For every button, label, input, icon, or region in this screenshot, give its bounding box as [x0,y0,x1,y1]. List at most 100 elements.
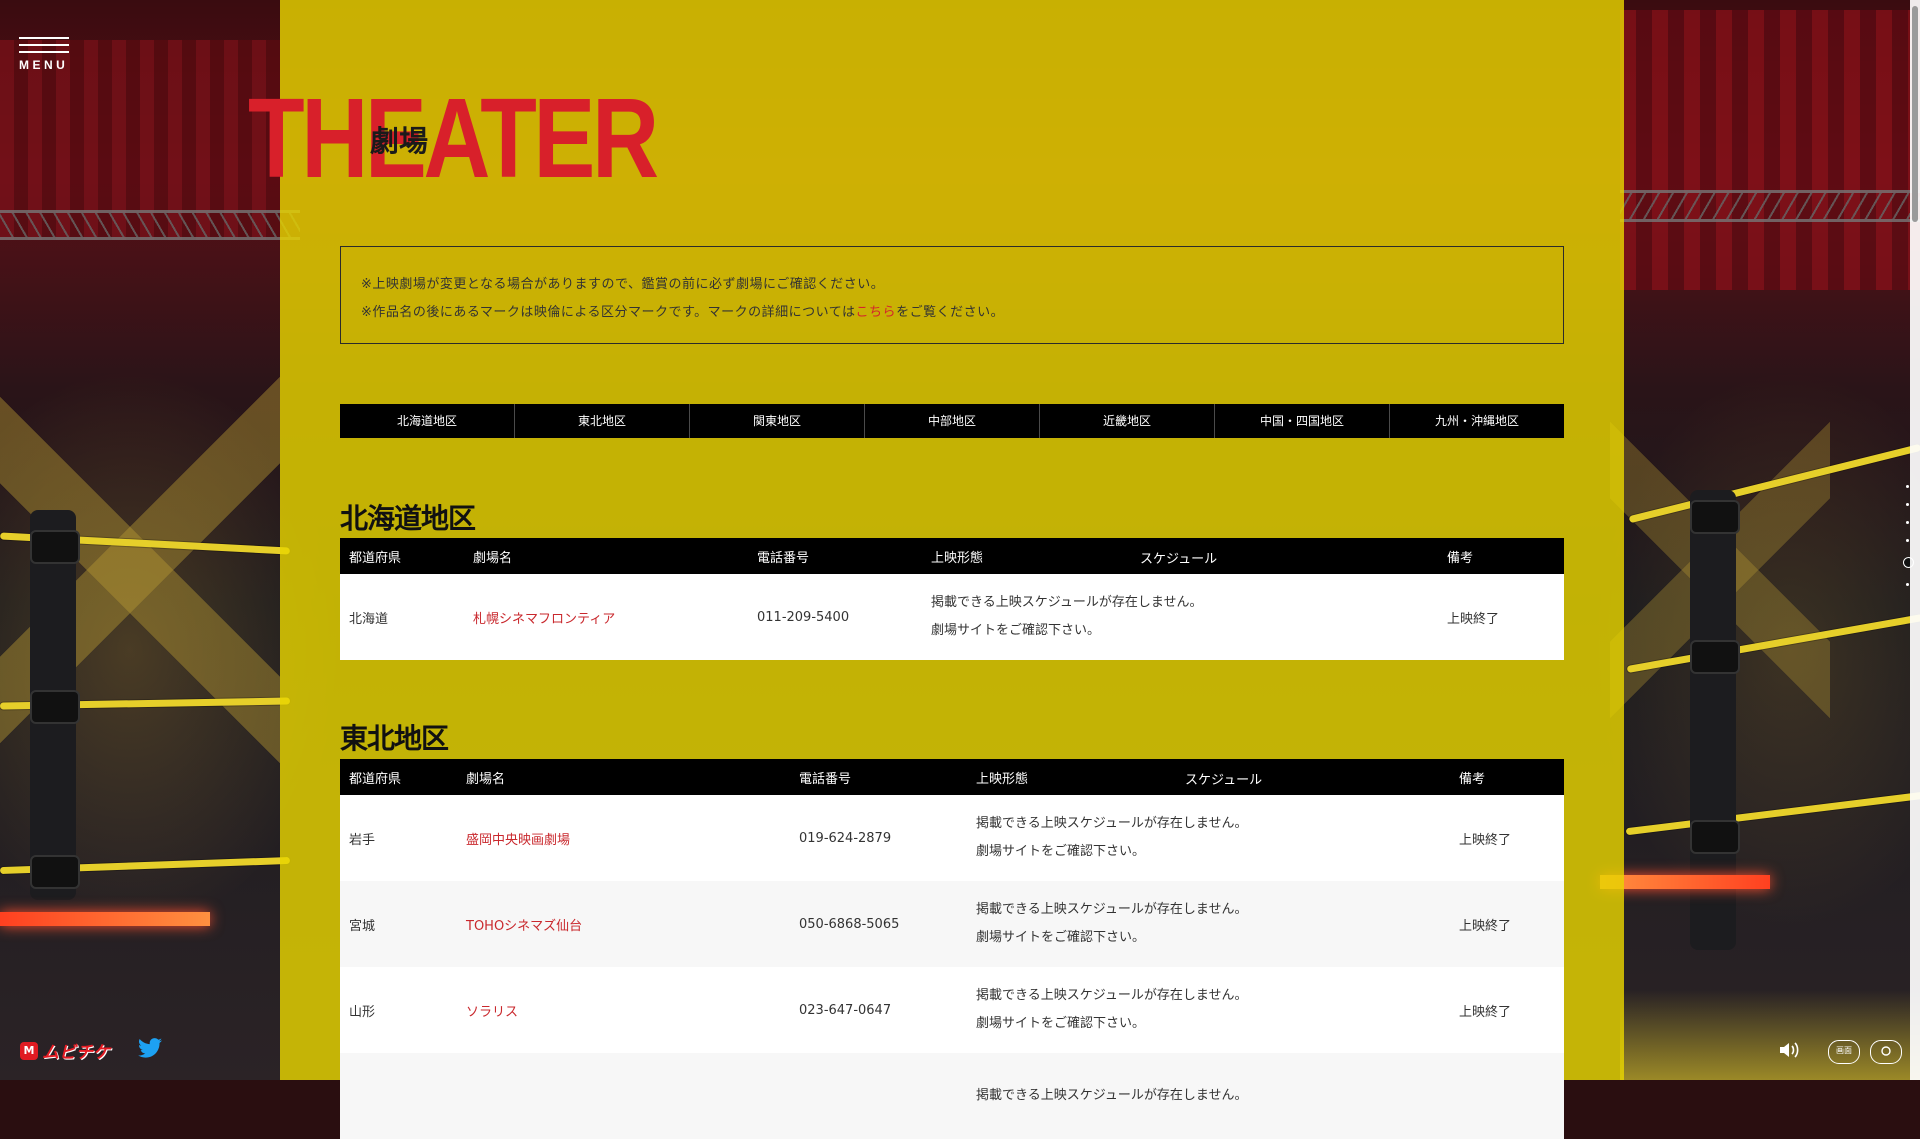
menu-label: MENU [19,58,69,72]
table-header: 都道府県 劇場名 電話番号 上映形態 スケジュール 備考 [340,538,1564,574]
twitter-icon[interactable] [138,1038,162,1062]
table-row: 北海道 札幌シネマフロンティア 011-209-5400 掲載できる上映スケジュ… [340,574,1564,660]
schedule-line-1: 掲載できる上映スケジュールが存在しません。 [976,816,1248,831]
col-schedule: スケジュール [1140,552,1218,567]
notice-box: ※上映劇場が変更となる場合がありますので、鑑賞の前に必ず劇場にご確認ください。 … [340,246,1564,344]
notice-line-2-tail: をご覧ください。 [896,305,1005,320]
theater-link[interactable]: 盛岡中央映画劇場 [466,833,570,848]
screen-toggle-button[interactable]: 画面 [1828,1040,1860,1064]
hamburger-icon [19,37,73,53]
toggle-icon [1881,1046,1891,1056]
cell-note: 上映終了 [1450,881,1564,967]
col-tel: 電話番号 [790,759,967,795]
notice-line-2: ※作品名の後にあるマークは映倫による区分マークです。マークの詳細についてはこちら… [361,301,1004,320]
theater-link[interactable]: TOHOシネマズ仙台 [466,919,582,934]
mubichike-logo-text: ムビチケ [42,1043,110,1062]
section-dot[interactable] [1905,539,1909,542]
led-strip-left [0,912,210,926]
cell-tel: 050-6868-5065 [790,881,967,967]
tab-chugoku-shikoku[interactable]: 中国・四国地区 [1215,404,1390,438]
schedule-line-2: 劇場サイトをご確認下さい。 [976,844,1146,859]
col-pref: 都道府県 [340,538,464,574]
mubichike-logo[interactable]: M ムビチケ [20,1038,110,1063]
col-note: 備考 [1450,759,1564,795]
ring-rope [1625,791,1920,836]
cell-theater [457,1053,790,1139]
sound-toggle-button[interactable] [1778,1040,1802,1062]
theater-table-tohoku: 都道府県 劇場名 電話番号 上映形態 スケジュール 備考 岩手 盛岡中央映画劇場 … [340,759,1564,1139]
page-title-en: THEATER [248,75,659,201]
cell-note: 上映終了 [1438,574,1564,660]
tab-kinki[interactable]: 近畿地区 [1040,404,1215,438]
table-row: 岩手 盛岡中央映画劇場 019-624-2879 掲載できる上映スケジュールが存… [340,795,1564,881]
col-theater: 劇場名 [464,538,748,574]
cell-note: 上映終了 [1450,795,1564,881]
cell-theater: 盛岡中央映画劇場 [457,795,790,881]
stage-curtain-right [1620,10,1920,290]
region-heading: 東北地区 [340,722,449,755]
tab-chubu[interactable]: 中部地区 [865,404,1040,438]
page-title-jp: 劇場 [370,124,429,158]
section-dot[interactable] [1905,583,1909,586]
col-format: 上映形態 スケジュール [967,759,1450,795]
tab-kyushu-okinawa[interactable]: 九州・沖縄地区 [1390,404,1564,438]
table-row: 山形 ソラリス 023-647-0647 掲載できる上映スケジュールが存在しませ… [340,967,1564,1053]
cell-note: 上映終了 [1450,967,1564,1053]
toggle-button[interactable] [1870,1040,1902,1064]
theater-link[interactable]: ソラリス [466,1005,518,1020]
schedule-line-1: 掲載できる上映スケジュールが存在しません。 [931,595,1203,610]
scrollbar[interactable] [1910,0,1920,1080]
section-dot[interactable] [1905,521,1909,524]
schedule-line-2: 劇場サイトをご確認下さい。 [976,930,1146,945]
cell-schedule: 掲載できる上映スケジュールが存在しません。 劇場サイトをご確認下さい。 [967,795,1450,881]
led-strip-right [1600,875,1770,889]
cell-pref: 山形 [340,967,457,1053]
lighting-truss-right [1620,190,1920,222]
page-title: THEATER 劇場 [248,75,745,201]
rating-info-link[interactable]: こちら [856,305,897,320]
tab-hokkaido[interactable]: 北海道地区 [340,404,515,438]
ring-apron [1620,990,1920,1080]
cell-tel [790,1053,967,1139]
mubichike-mark-icon: M [20,1041,38,1060]
col-format-label: 上映形態 [931,550,984,566]
col-tel: 電話番号 [748,538,922,574]
cell-pref [340,1053,457,1139]
schedule-line-1: 掲載できる上映スケジュールが存在しません。 [976,1088,1248,1103]
theater-link[interactable]: 札幌シネマフロンティア [473,612,615,627]
menu-button[interactable]: MENU [19,37,73,72]
cell-schedule: 掲載できる上映スケジュールが存在しません。 [967,1053,1450,1139]
cell-tel: 011-209-5400 [748,574,922,660]
lighting-truss-left [0,210,300,240]
section-dot[interactable] [1905,503,1909,506]
region-heading: 北海道地区 [340,502,476,535]
notice-line-2-text: ※作品名の後にあるマークは映倫による区分マークです。マークの詳細については [361,305,856,320]
cell-schedule: 掲載できる上映スケジュールが存在しません。 劇場サイトをご確認下さい。 [922,574,1438,660]
cell-tel: 019-624-2879 [790,795,967,881]
schedule-line-2: 劇場サイトをご確認下さい。 [931,623,1101,638]
cell-pref: 宮城 [340,881,457,967]
col-schedule: スケジュール [1185,773,1263,788]
notice-line-1: ※上映劇場が変更となる場合がありますので、鑑賞の前に必ず劇場にご確認ください。 [361,277,885,292]
table-row: 掲載できる上映スケジュールが存在しません。 [340,1053,1564,1139]
section-dot[interactable] [1905,485,1909,488]
cell-note [1450,1053,1564,1139]
table-header: 都道府県 劇場名 電話番号 上映形態 スケジュール 備考 [340,759,1564,795]
table-row: 宮城 TOHOシネマズ仙台 050-6868-5065 掲載できる上映スケジュー… [340,881,1564,967]
cell-tel: 023-647-0647 [790,967,967,1053]
scrollbar-thumb[interactable] [1912,6,1918,222]
cell-pref: 岩手 [340,795,457,881]
theater-table-hokkaido: 都道府県 劇場名 電話番号 上映形態 スケジュール 備考 北海道 札幌シネマフロン… [340,538,1564,660]
speaker-icon [1780,1042,1799,1058]
schedule-line-1: 掲載できる上映スケジュールが存在しません。 [976,902,1248,917]
cell-schedule: 掲載できる上映スケジュールが存在しません。 劇場サイトをご確認下さい。 [967,881,1450,967]
cell-theater: ソラリス [457,967,790,1053]
tab-tohoku[interactable]: 東北地区 [515,404,690,438]
ring-post-left [30,510,80,900]
cell-pref: 北海道 [340,574,464,660]
cell-schedule: 掲載できる上映スケジュールが存在しません。 劇場サイトをご確認下さい。 [967,967,1450,1053]
col-pref: 都道府県 [340,759,457,795]
schedule-line-2: 劇場サイトをご確認下さい。 [976,1016,1146,1031]
tab-kanto[interactable]: 関東地区 [690,404,865,438]
schedule-line-1: 掲載できる上映スケジュールが存在しません。 [976,988,1248,1003]
